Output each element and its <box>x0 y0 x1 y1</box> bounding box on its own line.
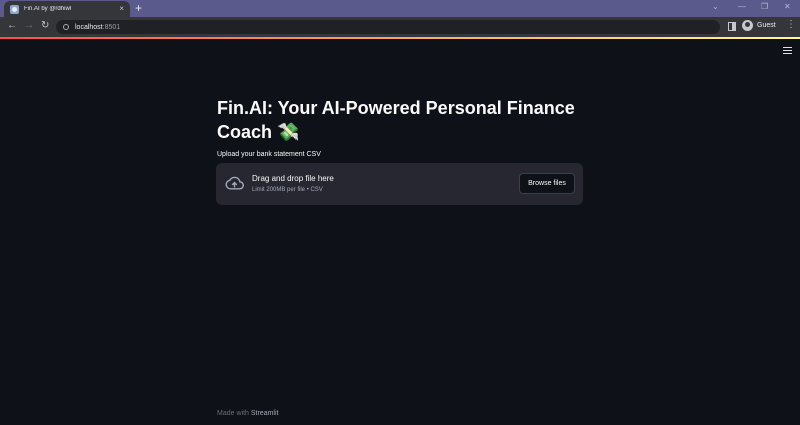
file-dropzone[interactable]: Drag and drop file here Limit 200MB per … <box>216 163 583 205</box>
close-window-icon[interactable]: ✕ <box>784 2 791 11</box>
dropzone-limit: Limit 200MB per file • CSV <box>252 187 323 193</box>
avatar-icon <box>742 20 753 31</box>
restore-icon[interactable]: ❐ <box>761 2 768 11</box>
main-menu-icon[interactable] <box>783 47 792 55</box>
browser-tab[interactable]: Fin.AI by @rdhiwl × <box>4 1 130 17</box>
reload-icon[interactable]: ↻ <box>41 20 49 32</box>
streamlit-link[interactable]: Streamlit <box>251 410 279 417</box>
footer: Made with Streamlit <box>217 410 278 417</box>
url-host: localhost <box>75 23 103 31</box>
header-decoration <box>0 37 800 39</box>
tab-close-icon[interactable]: × <box>119 5 124 13</box>
favicon-icon <box>10 4 19 14</box>
forward-icon[interactable]: → <box>24 20 34 32</box>
address-bar[interactable]: localhost:8501 <box>56 20 720 34</box>
profile-button[interactable]: Guest <box>742 20 776 31</box>
footer-prefix: Made with <box>217 410 251 417</box>
money-emoji-icon: 💸 <box>277 122 300 142</box>
tab-search-icon[interactable]: ⌄ <box>712 2 719 11</box>
url-port: :8501 <box>102 23 121 31</box>
uploader-label: Upload your bank statement CSV <box>217 151 321 158</box>
dropzone-instructions: Drag and drop file here <box>252 174 334 183</box>
browser-toolbar: ← → ↻ localhost:8501 <box>0 17 800 37</box>
browse-files-button[interactable]: Browse files <box>519 173 575 194</box>
back-icon[interactable]: ← <box>7 20 17 32</box>
new-tab-button[interactable]: + <box>135 2 142 14</box>
site-info-icon[interactable] <box>63 24 69 30</box>
profile-name: Guest <box>757 22 776 29</box>
minimize-icon[interactable]: — <box>738 2 746 11</box>
browser-titlebar: Fin.AI by @rdhiwl × + ⌄ — ❐ ✕ <box>0 0 800 17</box>
page-title: Fin.AI: Your AI-Powered Personal Finance… <box>217 96 597 144</box>
side-panel-icon[interactable] <box>728 22 736 31</box>
browser-menu-icon[interactable]: ⋮ <box>786 20 796 30</box>
page-title-text: Fin.AI: Your AI-Powered Personal Finance… <box>217 98 575 142</box>
tab-title: Fin.AI by @rdhiwl <box>24 6 72 12</box>
cloud-upload-icon <box>225 176 244 190</box>
